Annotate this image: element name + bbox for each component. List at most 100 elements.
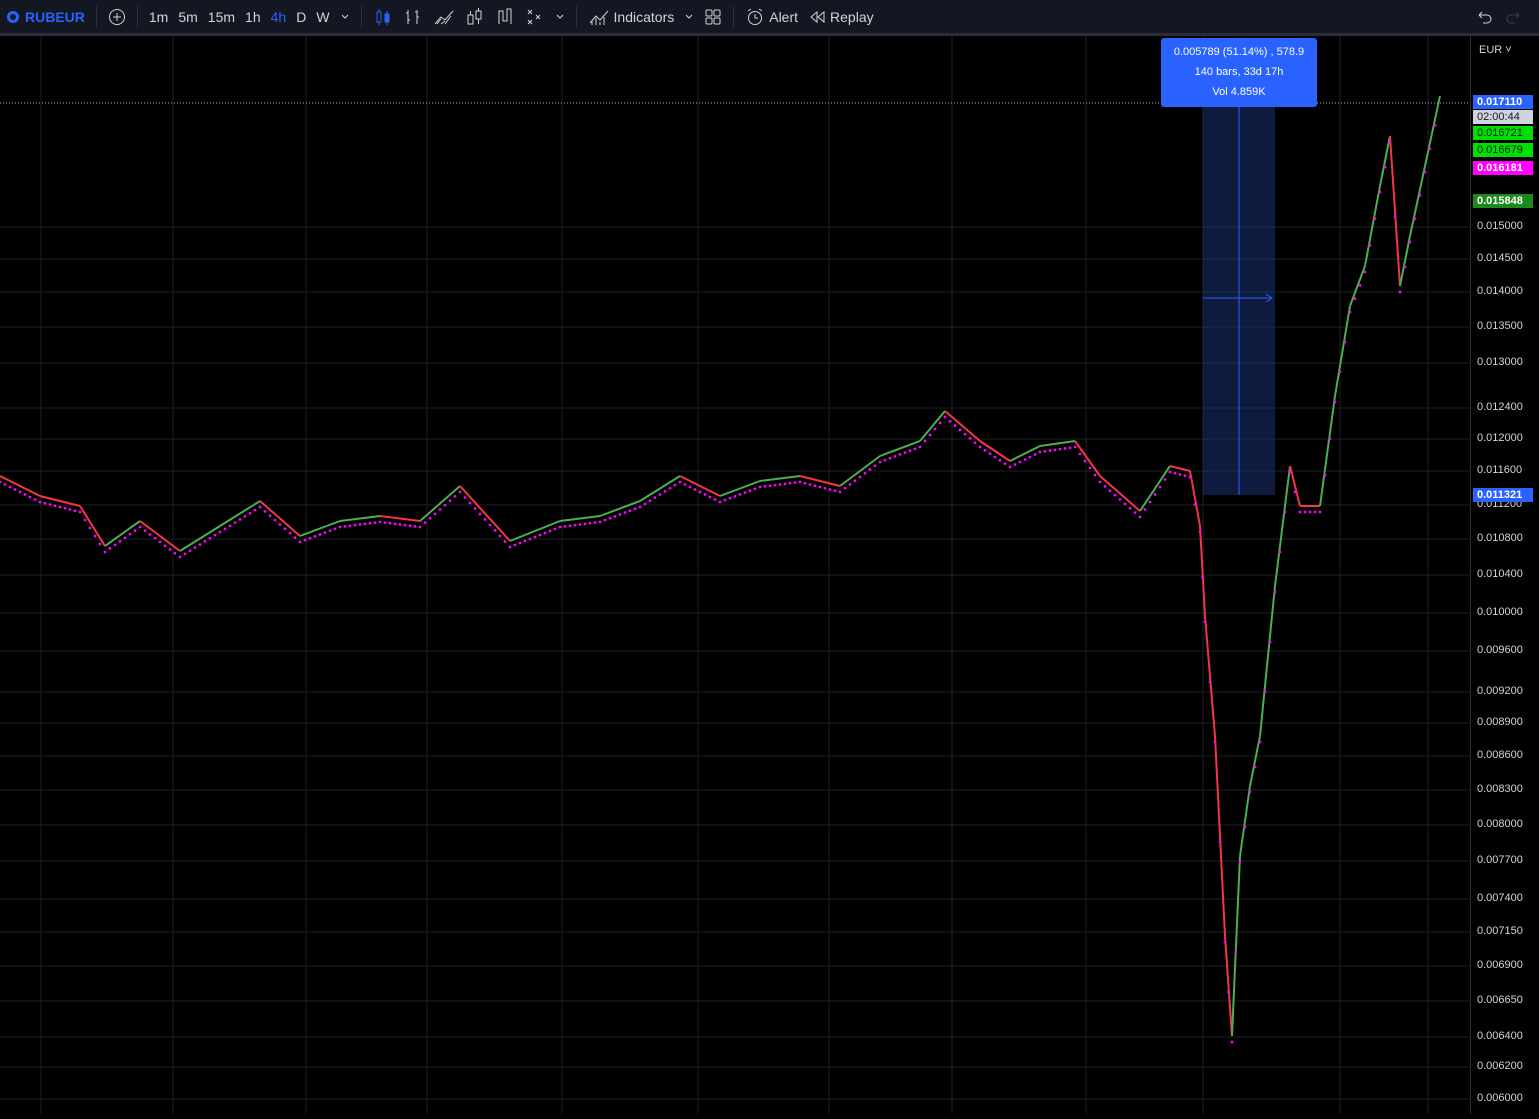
indicator-dot [918, 445, 922, 449]
indicator-dot [933, 427, 937, 431]
indicator-dot [88, 526, 92, 530]
layouts-button[interactable] [699, 0, 727, 33]
indicator-dot [1093, 473, 1097, 477]
indicator-dot [208, 536, 212, 540]
indicator-dot [638, 505, 642, 509]
timeframe-15m[interactable]: 15m [203, 0, 240, 33]
indicator-dot [198, 543, 202, 546]
indicator-dot [698, 490, 702, 494]
undo-button[interactable] [1469, 0, 1499, 33]
indicator-dot [1148, 500, 1152, 504]
indicator-dot [1028, 455, 1032, 459]
indicator-dot [1253, 765, 1257, 769]
currency-selector[interactable]: EUR ˅ [1479, 44, 1512, 56]
add-symbol-button[interactable] [103, 0, 131, 33]
indicator-dot [1168, 470, 1172, 474]
indicator-dot [33, 498, 37, 501]
indicator-dot [783, 482, 787, 486]
indicator-dot [1230, 1040, 1234, 1044]
chart-type-dropdown[interactable] [550, 0, 570, 33]
indicator-dot [953, 424, 957, 427]
indicator-dot [1158, 485, 1162, 489]
price-segment [1231, 855, 1241, 1037]
indicator-dot [768, 484, 772, 488]
candles-style-button[interactable] [368, 0, 398, 33]
price-tick-label: 0.007150 [1477, 925, 1523, 937]
globe-icon [7, 10, 19, 23]
redo-button[interactable] [1499, 0, 1529, 33]
indicator-dot [1333, 400, 1337, 404]
indicator-dot [1088, 466, 1092, 470]
renko-style-button[interactable] [520, 0, 550, 33]
price-tick-label: 0.013500 [1477, 320, 1523, 332]
indicator-dot [398, 523, 402, 526]
area-style-button[interactable] [428, 0, 460, 33]
indicator-dot [613, 514, 617, 518]
indicator-dot [108, 547, 112, 550]
indicator-dot [403, 523, 407, 527]
area-icon [434, 10, 453, 24]
price-chart[interactable] [0, 36, 1471, 1114]
indicator-dot [193, 546, 197, 550]
timeframe-d[interactable]: D [291, 0, 311, 33]
indicator-dot [523, 539, 527, 543]
indicator-dot [923, 439, 927, 443]
bars-style-button[interactable] [398, 0, 428, 33]
price-tick-label: 0.010800 [1477, 532, 1523, 544]
indicator-dot [1193, 503, 1197, 506]
timeframe-1m[interactable]: 1m [144, 0, 173, 33]
indicator-dot [143, 529, 147, 533]
indicator-dot [883, 458, 887, 462]
price-axis[interactable]: EUR ˅ 0.015000 0.014500 0.014000 0.013500 0.… [1470, 36, 1539, 1114]
heikin-style-button[interactable] [460, 0, 490, 33]
indicator-dot [1113, 493, 1117, 497]
indicator-dot [1008, 465, 1012, 469]
timeframe-5m[interactable]: 5m [173, 0, 202, 33]
indicator-dot [1368, 243, 1372, 247]
indicator-dot [808, 483, 812, 486]
price-segment [1099, 475, 1141, 512]
indicator-dot [753, 487, 757, 491]
baseline-style-button[interactable] [490, 0, 520, 33]
indicators-dropdown[interactable] [679, 0, 699, 33]
indicator-dot [73, 509, 77, 513]
indicators-button[interactable]: Indicators [583, 0, 680, 33]
timeframe-dropdown[interactable] [335, 0, 355, 33]
indicator-dot [1163, 478, 1167, 481]
indicator-dot [508, 545, 512, 549]
indicator-dot [123, 536, 127, 540]
indicator-dot [683, 483, 687, 486]
timeframe-w[interactable]: W [311, 0, 334, 33]
alert-button[interactable]: Alert [740, 0, 803, 33]
price-segment [259, 500, 301, 537]
price-tag-green: 0.016679 [1473, 143, 1533, 157]
price-segment [1214, 735, 1226, 937]
indicator-dot [1063, 447, 1067, 450]
price-segment [79, 505, 106, 547]
symbol-button[interactable]: RUBEUR [0, 0, 90, 33]
price-segment [1389, 135, 1401, 287]
indicator-dot [1323, 473, 1327, 477]
indicator-dot [1153, 493, 1157, 496]
replay-button[interactable]: Replay [803, 0, 879, 33]
indicator-dot [1433, 123, 1437, 127]
indicator-dot [893, 454, 897, 458]
timeframe-1h[interactable]: 1h [240, 0, 266, 33]
indicator-dot [1348, 310, 1352, 314]
indicator-dot [633, 507, 637, 511]
measure-change: 0.005789 (51.14%) , 578.9 [1173, 46, 1305, 58]
indicator-dot [1078, 452, 1082, 456]
bars-icon [405, 9, 419, 24]
indicator-dot [1343, 340, 1347, 344]
indicator-dot [293, 536, 297, 540]
chevron-down-icon [341, 14, 348, 19]
timeframe-4h[interactable]: 4h [266, 0, 292, 33]
indicator-dot [898, 453, 902, 456]
indicator-dot [1313, 510, 1317, 514]
indicator-dot [738, 493, 742, 496]
indicator-dot [148, 533, 152, 536]
chart-canvas[interactable] [0, 36, 1539, 1114]
indicator-dot [1383, 165, 1387, 169]
indicator-dot [468, 501, 472, 505]
indicator-dot [968, 437, 972, 440]
